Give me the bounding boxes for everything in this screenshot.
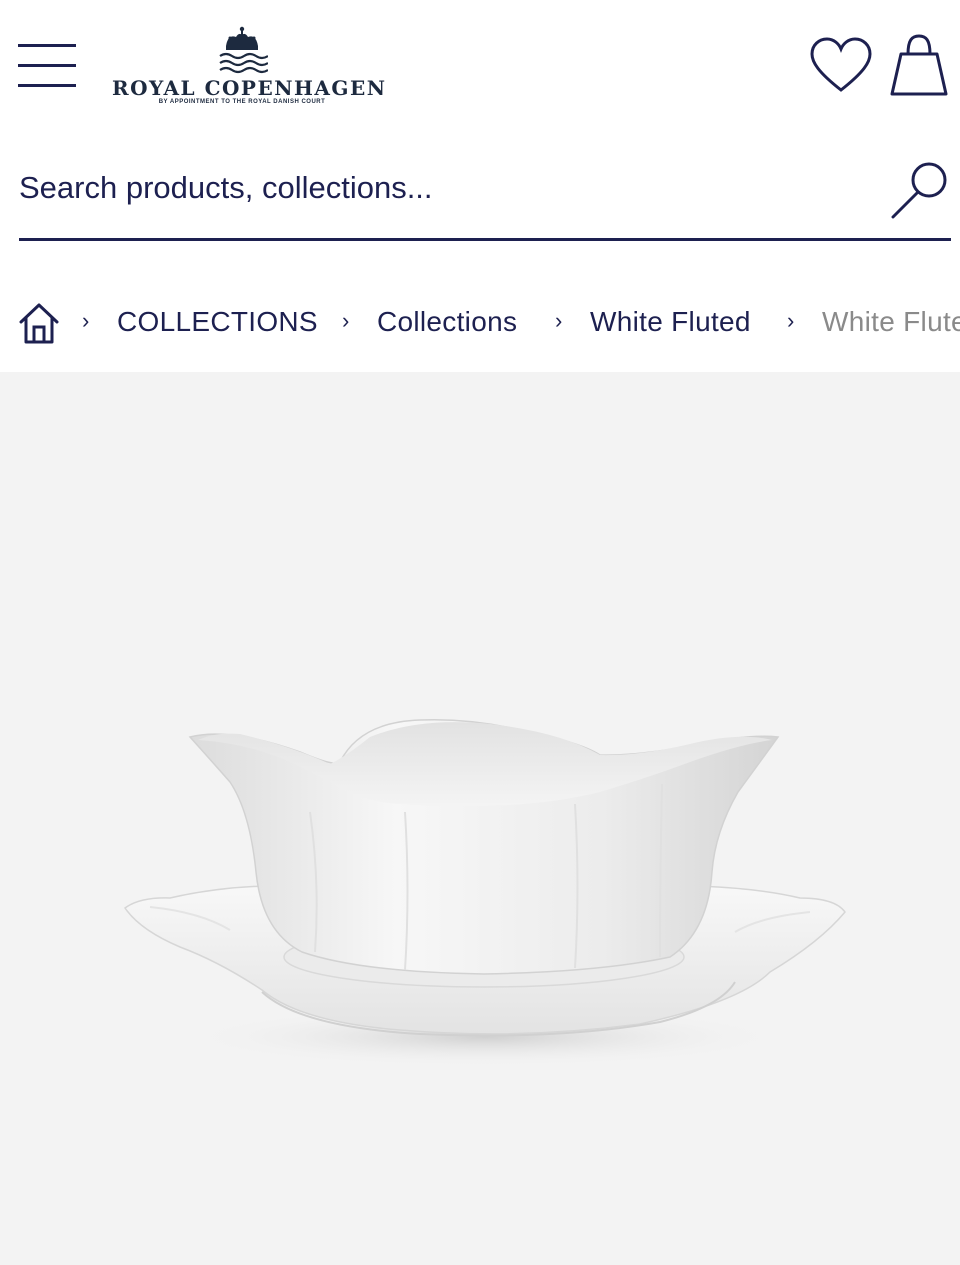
shopping-bag-icon[interactable] — [888, 34, 950, 98]
menu-bar — [18, 64, 76, 67]
search-input[interactable] — [19, 164, 859, 212]
site-header: ROYAL COPENHAGEN BY APPOINTMENT TO THE R… — [0, 0, 960, 140]
hamburger-menu-icon[interactable] — [18, 40, 78, 92]
breadcrumb-white-fluted[interactable]: White Fluted — [590, 306, 751, 338]
home-icon[interactable] — [19, 302, 59, 344]
crown-logo-icon — [219, 26, 268, 74]
chevron-right-icon: › — [342, 308, 350, 333]
menu-bar — [18, 44, 76, 47]
chevron-right-icon: › — [787, 308, 795, 333]
chevron-right-icon: › — [555, 308, 563, 333]
chevron-right-icon: › — [82, 308, 90, 333]
breadcrumb-collections-upper[interactable]: COLLECTIONS — [117, 306, 318, 338]
breadcrumb: › COLLECTIONS › Collections › White Flut… — [0, 296, 960, 352]
product-image[interactable] — [0, 372, 960, 1265]
product-image-area — [0, 372, 960, 1265]
search-icon[interactable] — [891, 160, 951, 220]
royal-copenhagen-logo[interactable]: ROYAL COPENHAGEN BY APPOINTMENT TO THE R… — [112, 26, 387, 112]
search-bar — [19, 150, 951, 241]
breadcrumb-collections[interactable]: Collections — [377, 306, 517, 338]
breadcrumb-current-page: White Fluted — [822, 306, 960, 337]
brand-tagline: BY APPOINTMENT TO THE ROYAL DANISH COURT — [158, 99, 326, 105]
menu-bar — [18, 84, 76, 87]
heart-icon[interactable] — [810, 36, 872, 96]
brand-name: ROYAL COPENHAGEN — [112, 76, 387, 100]
